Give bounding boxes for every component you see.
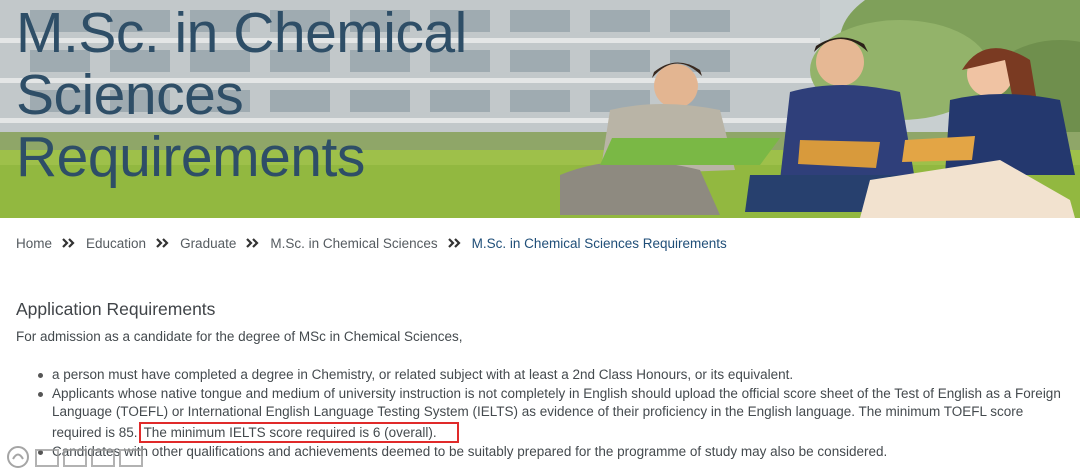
list-item-text: a person must have completed a degree in… (52, 367, 794, 382)
double-chevron-right-icon (156, 238, 170, 248)
list-item-text: Candidates with other qualifications and… (52, 443, 888, 459)
watermark-logo (7, 446, 143, 468)
ielts-highlight: The minimum IELTS score required is 6 (o… (138, 421, 459, 443)
list-item: a person must have completed a degree in… (16, 366, 1066, 385)
breadcrumb-home-link[interactable]: Home (16, 236, 52, 251)
requirements-section: Application Requirements For admission a… (16, 298, 1066, 461)
double-chevron-right-icon (447, 238, 462, 248)
breadcrumb-education-link[interactable]: Education (86, 236, 146, 251)
breadcrumb-current-page: M.Sc. in Chemical Sciences Requirements (471, 235, 727, 251)
hero-banner: M.Sc. in Chemical Sciences Requirements (0, 0, 1080, 218)
breadcrumb-graduate-link[interactable]: Graduate (180, 236, 236, 251)
breadcrumb: Home Education Graduate M.Sc. in Chemica… (16, 234, 727, 252)
title-line-2: Sciences (16, 63, 244, 127)
section-heading: Application Requirements (16, 299, 216, 319)
list-item: Candidates with other qualifications and… (16, 443, 1066, 462)
double-chevron-right-icon (62, 238, 76, 248)
title-line-3: Requirements (16, 125, 365, 189)
double-chevron-right-icon (246, 238, 260, 248)
list-item: Applicants whose native tongue and mediu… (16, 385, 1066, 443)
title-line-1: M.Sc. in Chemical (16, 1, 467, 65)
page-title: M.Sc. in Chemical Sciences Requirements (16, 2, 467, 188)
intro-text: For admission as a candidate for the deg… (16, 329, 463, 344)
requirements-list: a person must have completed a degree in… (16, 366, 1066, 461)
breadcrumb-msc-link[interactable]: M.Sc. in Chemical Sciences (270, 236, 437, 251)
